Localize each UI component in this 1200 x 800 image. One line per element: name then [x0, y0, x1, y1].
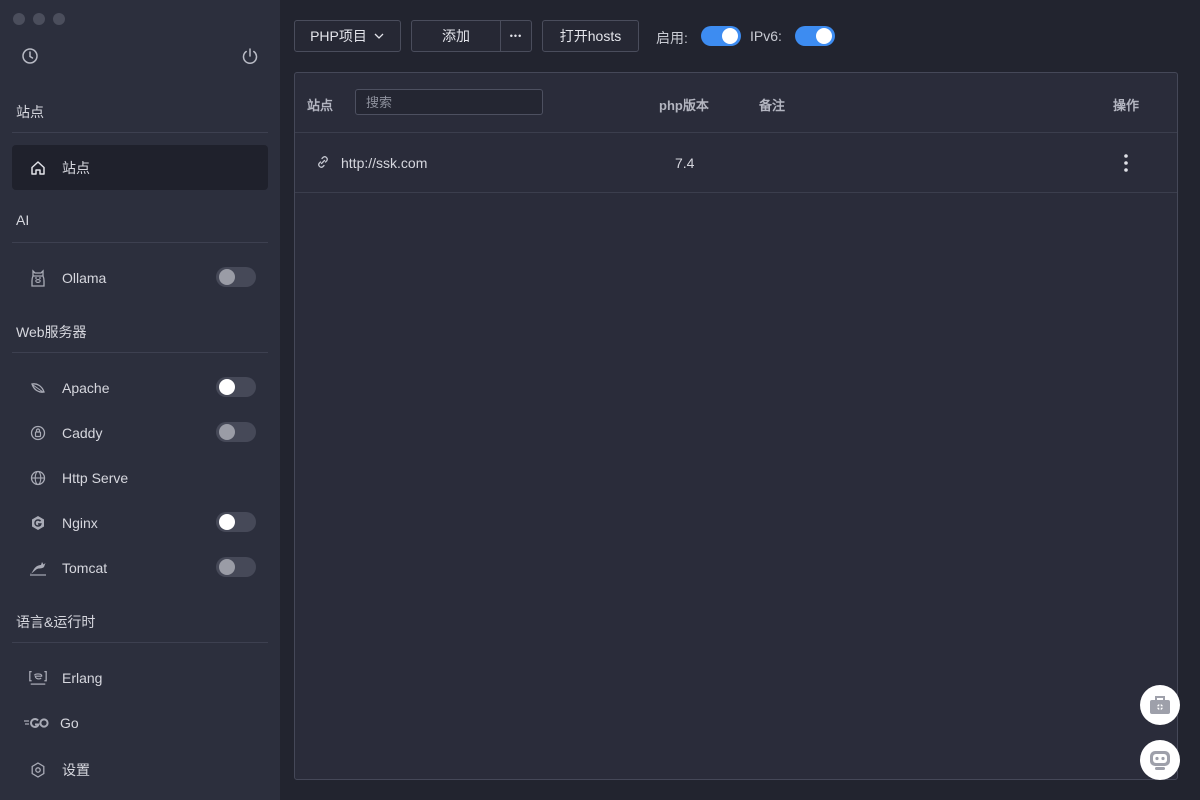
- divider: [12, 352, 268, 353]
- sidebar-item-label: Apache: [62, 379, 110, 396]
- sidebar-item-label: Go: [60, 714, 79, 731]
- enable-toggle[interactable]: [701, 26, 741, 46]
- open-hosts-button[interactable]: 打开hosts: [542, 20, 639, 52]
- site-url-link[interactable]: http://ssk.com: [341, 155, 427, 171]
- divider: [12, 242, 268, 243]
- header-site: 站点: [307, 98, 334, 113]
- table-header: 站点 php版本 备注 操作: [295, 73, 1177, 133]
- sidebar-item-settings[interactable]: 设置: [12, 747, 268, 792]
- project-type-select[interactable]: PHP项目: [294, 20, 401, 52]
- add-button[interactable]: 添加: [411, 20, 501, 52]
- go-icon: [24, 713, 50, 733]
- cat-icon: [28, 558, 48, 578]
- more-vertical-icon[interactable]: [1120, 153, 1132, 173]
- sidebar: 站点 站点 AI Ollama Web服务器 Apache Caddy Http…: [0, 0, 280, 800]
- ollama-toggle[interactable]: [216, 267, 256, 287]
- project-type-label: PHP项目: [310, 28, 367, 44]
- nginx-toggle[interactable]: [216, 512, 256, 532]
- sidebar-item-label: Http Serve: [62, 469, 129, 486]
- sidebar-item-erlang[interactable]: Erlang: [12, 655, 268, 700]
- nginx-icon: [28, 513, 48, 533]
- sidebar-item-tomcat[interactable]: Tomcat: [12, 545, 268, 590]
- power-icon[interactable]: [240, 46, 260, 66]
- maximize-window-button[interactable]: [53, 13, 65, 25]
- erlang-icon: [28, 668, 48, 688]
- clock-icon[interactable]: [20, 46, 40, 66]
- header-php-version: php版本: [659, 98, 709, 113]
- divider: [12, 132, 268, 133]
- section-title-ai: AI: [16, 212, 30, 228]
- apache-toggle[interactable]: [216, 377, 256, 397]
- minimize-window-button[interactable]: [33, 13, 45, 25]
- caddy-toggle[interactable]: [216, 422, 256, 442]
- globe-icon: [28, 468, 48, 488]
- section-title-sites: 站点: [16, 104, 44, 120]
- caddy-icon: [28, 423, 48, 443]
- sidebar-item-label: Caddy: [62, 424, 103, 441]
- search-input[interactable]: [355, 89, 543, 115]
- home-icon: [28, 158, 48, 178]
- close-window-button[interactable]: [13, 13, 25, 25]
- sites-table: 站点 php版本 备注 操作 http://ssk.com 7.4: [294, 72, 1178, 780]
- more-button[interactable]: •••: [500, 20, 532, 52]
- table-row[interactable]: http://ssk.com 7.4: [295, 133, 1177, 193]
- sidebar-item-http-serve[interactable]: Http Serve: [12, 455, 268, 500]
- sidebar-item-label: Ollama: [62, 269, 107, 286]
- sidebar-item-sites[interactable]: 站点: [12, 145, 268, 190]
- window-controls: [13, 13, 65, 25]
- sidebar-item-apache[interactable]: Apache: [12, 365, 268, 410]
- section-title-web: Web服务器: [16, 324, 87, 340]
- toolbox-button[interactable]: [1140, 685, 1180, 725]
- ipv6-toggle[interactable]: [795, 26, 835, 46]
- llama-icon: [28, 268, 48, 288]
- feather-icon: [28, 378, 48, 398]
- sidebar-item-label: Tomcat: [62, 559, 108, 576]
- divider: [12, 642, 268, 643]
- gear-icon: [28, 760, 48, 780]
- sidebar-item-label: Erlang: [62, 669, 103, 686]
- ai-assistant-button[interactable]: [1140, 740, 1180, 780]
- sidebar-item-caddy[interactable]: Caddy: [12, 410, 268, 455]
- header-note: 备注: [759, 98, 786, 113]
- toolbox-icon: [1148, 694, 1172, 716]
- header-action: 操作: [1113, 98, 1140, 113]
- enable-label: 启用:: [656, 30, 688, 46]
- php-version-value: 7.4: [675, 155, 695, 171]
- sidebar-item-ollama[interactable]: Ollama: [12, 255, 268, 300]
- sidebar-item-label: 设置: [62, 761, 90, 778]
- sidebar-item-label: 站点: [62, 159, 90, 176]
- robot-icon: [1147, 748, 1173, 772]
- section-title-lang: 语言&运行时: [16, 614, 96, 630]
- sidebar-item-label: Nginx: [62, 514, 98, 531]
- sidebar-item-go[interactable]: Go: [12, 700, 268, 745]
- link-icon: [315, 154, 331, 170]
- chevron-down-icon: [373, 30, 385, 42]
- ipv6-label: IPv6:: [750, 28, 782, 44]
- tomcat-toggle[interactable]: [216, 557, 256, 577]
- sidebar-item-nginx[interactable]: Nginx: [12, 500, 268, 545]
